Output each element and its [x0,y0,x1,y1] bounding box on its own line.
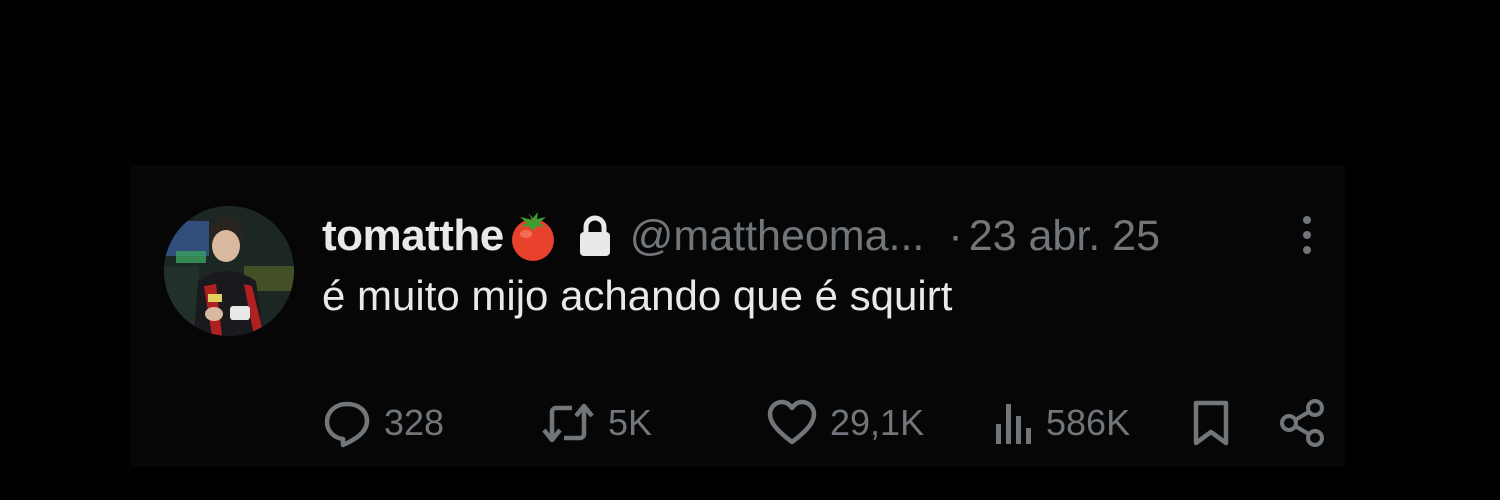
views-count: 586K [1046,402,1131,443]
separator-dot: · [948,211,963,260]
repost-icon [540,398,596,448]
tweet-header: tomatthe @mattheoma... · 23 abr. 25 [322,206,1322,266]
views-icon [994,398,1034,448]
bookmark-button[interactable] [1190,395,1232,451]
avatar-photo [164,206,294,336]
repost-count: 5K [608,402,653,443]
heart-icon [766,398,818,448]
display-name[interactable]: tomatthe [322,211,504,261]
reply-icon [322,398,372,448]
tweet-text: é muito mijo achando que é squirt [322,272,953,319]
tweet-actions: 328 5K 29,1K 586K [0,395,1500,451]
share-icon [1278,398,1326,448]
repost-button[interactable]: 5K [540,395,652,451]
bookmark-icon [1190,398,1232,448]
reply-count: 328 [384,402,445,443]
tomato-emoji-icon [506,209,560,263]
lock-icon [576,214,614,258]
avatar[interactable] [164,206,294,336]
views-button[interactable]: 586K [994,395,1130,451]
tweet-date[interactable]: 23 abr. 25 [969,212,1160,261]
reply-button[interactable]: 328 [322,395,444,451]
user-handle[interactable]: @mattheoma... [630,212,925,261]
more-options-icon[interactable] [1292,212,1322,258]
like-count: 29,1K [830,402,925,443]
share-button[interactable] [1278,395,1326,451]
like-button[interactable]: 29,1K [766,395,924,451]
